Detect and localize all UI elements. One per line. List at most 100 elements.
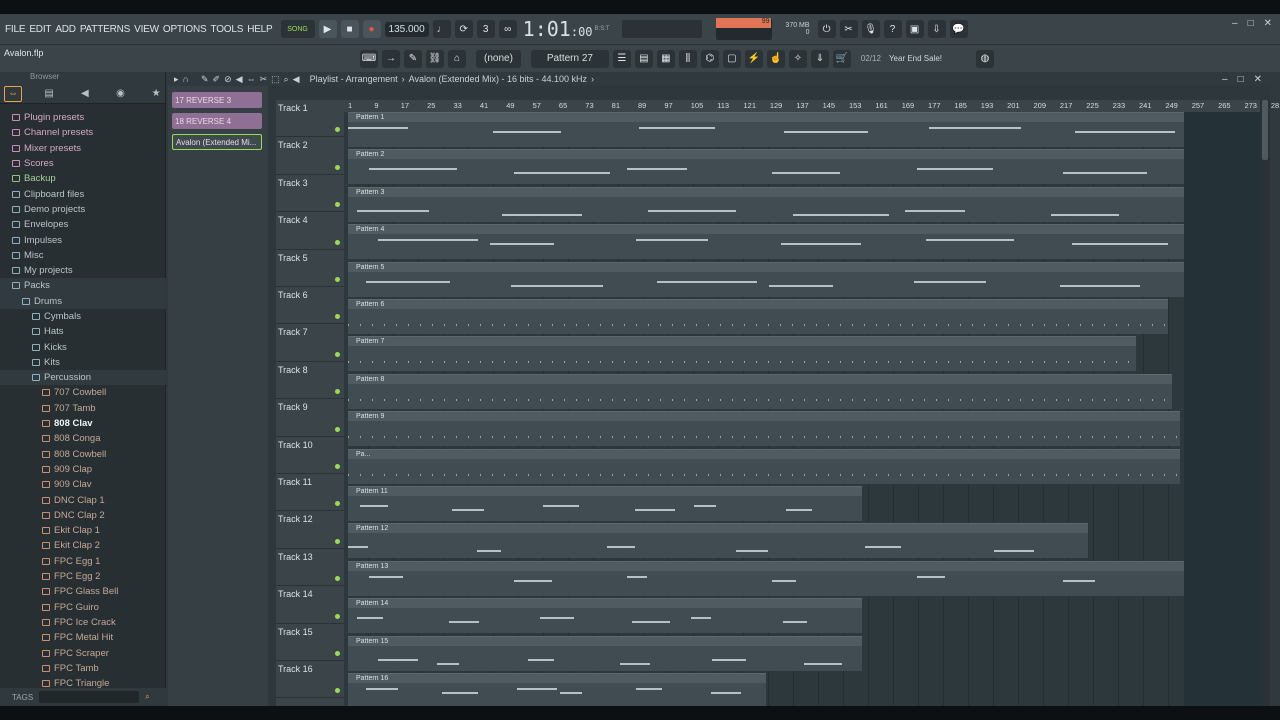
arrow-icon[interactable]: ▸	[174, 74, 179, 85]
browser-item[interactable]: Kits	[0, 355, 166, 370]
clip-source-item[interactable]: Avalon (Extended Mi...	[172, 134, 262, 150]
stamp-icon[interactable]: ⌂	[448, 49, 466, 68]
menu-item-edit[interactable]: EDIT	[29, 24, 51, 35]
browser-item[interactable]: Impulses	[0, 232, 166, 247]
track-header[interactable]: Track 4	[276, 212, 344, 250]
search-icon[interactable]: ⌕	[145, 692, 149, 702]
playback-tool-icon[interactable]: ◀	[293, 74, 300, 85]
clip-source-item[interactable]: 18 REVERSE 4	[172, 113, 262, 129]
browser-item[interactable]: Channel presets	[0, 125, 166, 140]
browser-item[interactable]: FPC Ice Crack	[0, 615, 166, 630]
browser-item[interactable]: 707 Cowbell	[0, 385, 166, 400]
track-enable-led[interactable]	[335, 463, 340, 469]
track-header[interactable]: Track 13	[276, 549, 344, 587]
browser-speaker-tab[interactable]: ◀	[76, 86, 94, 102]
browser-item[interactable]: Backup	[0, 171, 166, 186]
delete-tool-icon[interactable]: ⊘	[224, 74, 232, 85]
playlist-maximize-icon[interactable]: □	[1238, 74, 1244, 85]
pattern-clip[interactable]: Pattern 3	[348, 186, 1184, 222]
browser-item[interactable]: FPC Tamb	[0, 661, 166, 676]
browser-item[interactable]: Demo projects	[0, 202, 166, 217]
browser-project-tab[interactable]: ▤	[40, 86, 58, 102]
loop-record-icon[interactable]: ∞	[498, 20, 517, 38]
download-icon[interactable]: ⇓	[810, 49, 829, 68]
online-icon[interactable]: ⏻	[817, 20, 836, 38]
browser-item[interactable]: FPC Egg 1	[0, 554, 166, 569]
pattern-clip[interactable]: Pattern 14	[348, 598, 863, 634]
track-enable-led[interactable]	[335, 501, 340, 507]
track-enable-led[interactable]	[335, 202, 340, 208]
track-enable-led[interactable]	[335, 127, 340, 133]
browser-item[interactable]: FPC Glass Bell	[0, 584, 166, 599]
browser-item[interactable]: Envelopes	[0, 217, 166, 232]
browser-item[interactable]: Misc	[0, 248, 166, 263]
select-tool-icon[interactable]: ⬚	[271, 74, 280, 85]
browser-item[interactable]: 909 Clav	[0, 477, 166, 492]
menu-item-view[interactable]: VIEW	[134, 24, 159, 35]
plug-icon[interactable]: ⚡	[744, 49, 763, 68]
microphone-icon[interactable]: 🎙	[861, 20, 880, 38]
record-button[interactable]: ●	[362, 20, 381, 38]
stop-button[interactable]: ■	[340, 20, 359, 38]
song-position-display[interactable]: 1:01:00	[517, 17, 599, 41]
track-header[interactable]: Track 5	[276, 250, 344, 287]
browser-plugin-tab[interactable]: ◉	[112, 86, 130, 102]
snap-arrow-icon[interactable]: →	[382, 49, 400, 68]
slice-tool-icon[interactable]: ✂	[260, 74, 268, 85]
pattern-clip[interactable]: Pattern 11	[348, 486, 863, 521]
menu-item-patterns[interactable]: PATTERNS	[80, 24, 130, 35]
globe-icon[interactable]: ◍	[976, 49, 995, 68]
shop-icon[interactable]: 🛒	[832, 49, 851, 68]
mixer-icon[interactable]: ⫼	[678, 49, 697, 68]
pattern-clip[interactable]: Pattern 2	[348, 149, 1184, 185]
menu-item-file[interactable]: FILE	[5, 24, 26, 35]
save-icon[interactable]: ▣	[905, 20, 924, 38]
browser-item[interactable]: FPC Guiro	[0, 600, 166, 615]
channel-rack-icon[interactable]: ▦	[656, 49, 675, 68]
piano-roll-icon[interactable]: ▤	[634, 49, 653, 68]
minimize-icon[interactable]: –	[1232, 18, 1238, 29]
pattern-clip[interactable]: Pattern 12	[348, 523, 1088, 559]
browser-all-tab[interactable]: ⇔	[4, 85, 23, 102]
arrangement-grid[interactable]: Pattern 1 Pattern 2 Pattern 3 Pattern 4 Patt…	[344, 112, 1264, 706]
pattern-clip[interactable]: Pattern 5	[348, 261, 1184, 297]
paint-tool-icon[interactable]: ✐	[213, 74, 221, 85]
browser-item[interactable]: DNC Clap 2	[0, 508, 166, 523]
browser-item[interactable]: FPC Metal Hit	[0, 630, 166, 645]
playlist-close-icon[interactable]: ✕	[1254, 74, 1262, 85]
track-header[interactable]: Track 6	[276, 287, 344, 325]
track-enable-led[interactable]	[335, 239, 340, 245]
track-enable-led[interactable]	[335, 276, 340, 282]
browser-item[interactable]: Ekit Clap 2	[0, 538, 166, 553]
browser-item[interactable]: Cymbals	[0, 309, 166, 324]
playlist-icon[interactable]: ☰	[612, 49, 631, 68]
maximize-icon[interactable]: □	[1248, 18, 1254, 29]
browser-item[interactable]: Ekit Clap 1	[0, 523, 166, 538]
plugin-tool-icon[interactable]: ✂	[839, 20, 858, 38]
timeline-ruler[interactable]: 1 9 17 25 33 41 49 57 65 73 81 89 97 105 113 121 129 137 1…	[344, 100, 1280, 112]
pattern-song-toggle[interactable]: SONG	[280, 20, 315, 38]
vertical-scrollbar[interactable]	[1260, 100, 1270, 706]
clip-source-item[interactable]: 17 REVERSE 3	[172, 92, 262, 108]
browser-item[interactable]: FPC Egg 2	[0, 569, 166, 584]
export-icon[interactable]: ⇩	[927, 20, 946, 38]
cleaner-icon[interactable]: ✧	[788, 49, 807, 68]
browser-item[interactable]: Hats	[0, 324, 166, 339]
track-header[interactable]: Track 11	[276, 474, 344, 512]
track-header[interactable]: Track 9	[276, 399, 344, 437]
track-enable-led[interactable]	[335, 389, 340, 395]
browser-item[interactable]: Plugin presets	[0, 110, 166, 125]
track-header[interactable]: Track 7	[276, 324, 344, 362]
track-header[interactable]: Track 3	[276, 175, 344, 213]
pattern-clip[interactable]: Pattern 15	[348, 635, 863, 671]
wait-input-icon[interactable]: ⟳	[454, 20, 473, 38]
pattern-clip[interactable]: Pattern 1	[348, 112, 1184, 147]
browser-item[interactable]: 909 Clap	[0, 462, 166, 477]
track-enable-led[interactable]	[335, 576, 340, 582]
help-icon[interactable]: ?	[883, 20, 902, 38]
track-header[interactable]: Track 1	[276, 100, 344, 138]
pattern-clip[interactable]: Pattern 13	[348, 560, 1184, 596]
pattern-clip[interactable]: Pattern 16	[348, 673, 766, 706]
touch-controller-icon[interactable]: ☝	[766, 49, 785, 68]
pattern-clip[interactable]: Pattern 4	[348, 224, 1184, 260]
